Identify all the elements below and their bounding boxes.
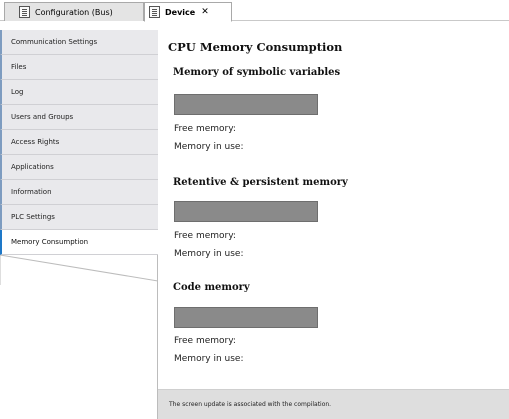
- nav-item-memory-consumption[interactable]: Memory Consumption: [0, 230, 158, 255]
- nav-list: Communication Settings Files Log Users a…: [0, 30, 158, 255]
- config-icon: [19, 6, 30, 18]
- nav-item-users-and-groups[interactable]: Users and Groups: [0, 105, 158, 130]
- section-title-retentive: Retentive & persistent memory: [173, 177, 348, 188]
- tab-device[interactable]: Device ✕: [144, 2, 232, 22]
- memory-in-use-label: Memory in use:: [174, 354, 244, 364]
- tab-label: Device: [165, 7, 196, 17]
- free-memory-label: Free memory:: [174, 231, 236, 241]
- section-title-symbolic: Memory of symbolic variables: [173, 67, 341, 78]
- close-icon[interactable]: ✕: [201, 7, 209, 17]
- tab-configuration-bus[interactable]: Configuration (Bus): [4, 2, 144, 21]
- memory-in-use-label: Memory in use:: [174, 249, 244, 259]
- tab-label: Configuration (Bus): [35, 7, 113, 17]
- nav-item-information[interactable]: Information: [0, 180, 158, 205]
- nav-tab-corner: [0, 255, 158, 285]
- status-bar: The screen update is associated with the…: [158, 389, 509, 419]
- editor-tabstrip: Configuration (Bus) Device ✕: [0, 0, 509, 22]
- nav-item-access-rights[interactable]: Access Rights: [0, 130, 158, 155]
- nav-item-log[interactable]: Log: [0, 80, 158, 105]
- status-text: The screen update is associated with the…: [169, 401, 332, 408]
- memory-bar-symbolic: [174, 94, 318, 115]
- memory-in-use-label: Memory in use:: [174, 142, 244, 152]
- nav-item-plc-settings[interactable]: PLC Settings: [0, 205, 158, 230]
- memory-bar-code: [174, 307, 318, 328]
- nav-item-communication-settings[interactable]: Communication Settings: [0, 30, 158, 55]
- nav-item-applications[interactable]: Applications: [0, 155, 158, 180]
- free-memory-label: Free memory:: [174, 336, 236, 346]
- device-nav: Communication Settings Files Log Users a…: [0, 30, 158, 419]
- page-title: CPU Memory Consumption: [168, 40, 343, 54]
- device-icon: [149, 6, 160, 18]
- memory-consumption-panel: CPU Memory Consumption Memory of symboli…: [158, 30, 509, 419]
- memory-bar-retentive: [174, 201, 318, 222]
- free-memory-label: Free memory:: [174, 124, 236, 134]
- nav-item-files[interactable]: Files: [0, 55, 158, 80]
- section-title-code: Code memory: [173, 282, 250, 293]
